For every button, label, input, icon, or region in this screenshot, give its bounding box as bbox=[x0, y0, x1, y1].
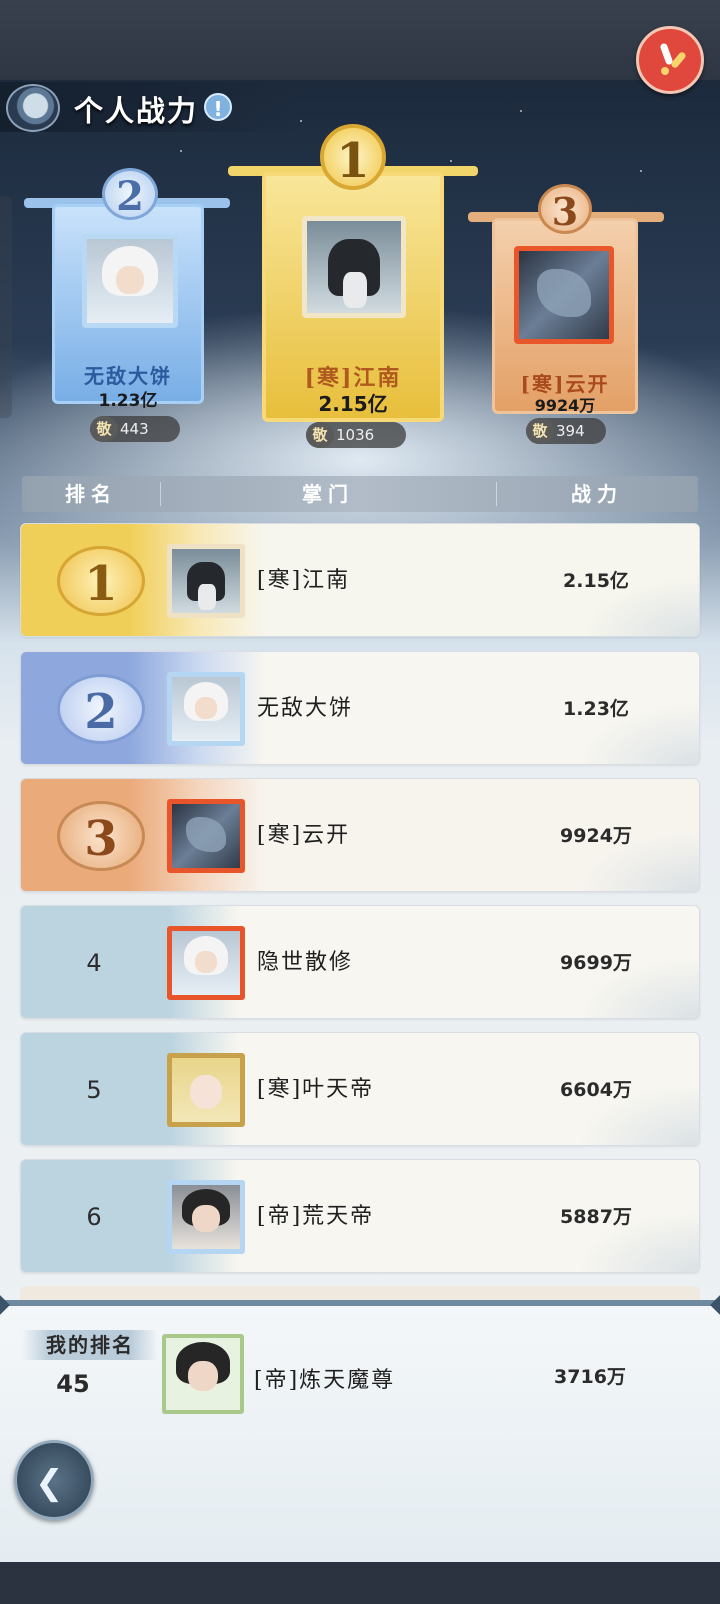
rank-number: 5 bbox=[86, 1076, 102, 1104]
player-name: 隐世散修 bbox=[257, 950, 354, 975]
avatar bbox=[167, 672, 245, 746]
my-rank-label: 我的排名 bbox=[22, 1330, 158, 1360]
avatar bbox=[302, 216, 406, 318]
like-count: 1036 bbox=[336, 426, 375, 444]
table-row[interactable]: 2 无敌大饼 1.23亿 bbox=[20, 651, 700, 765]
table-row[interactable]: 3 [寒]云开 9924万 bbox=[20, 778, 700, 892]
side-handle bbox=[0, 196, 12, 418]
player-power: 2.15亿 bbox=[563, 570, 629, 592]
rank-medal-1: 1 bbox=[57, 546, 145, 616]
player-name: [寒]云开 bbox=[257, 823, 351, 848]
avatar bbox=[167, 544, 245, 618]
podium-likes[interactable]: 敬 394 bbox=[526, 418, 606, 444]
player-power: 9699万 bbox=[560, 952, 632, 974]
player-power: 5887万 bbox=[560, 1206, 632, 1228]
podium-likes[interactable]: 敬 1036 bbox=[306, 422, 406, 448]
my-player-name: [帝]炼天魔尊 bbox=[254, 1368, 396, 1393]
player-power: 1.23亿 bbox=[563, 698, 629, 720]
rank-medal-3: 3 bbox=[57, 801, 145, 871]
player-power: 9924万 bbox=[560, 825, 632, 847]
my-player-power: 3716万 bbox=[554, 1366, 626, 1388]
rank-medal-1: 1 bbox=[320, 124, 386, 190]
podium-power: 2.15亿 bbox=[318, 392, 388, 416]
podium-power: 9924万 bbox=[534, 396, 596, 415]
avatar[interactable] bbox=[162, 1334, 244, 1414]
table-row[interactable]: 1 [寒]江南 2.15亿 bbox=[20, 523, 700, 637]
avatar bbox=[167, 799, 245, 873]
back-arrow-icon: ❮ bbox=[35, 1463, 64, 1503]
salute-icon: 敬 bbox=[306, 422, 334, 448]
podium-likes[interactable]: 敬 443 bbox=[90, 416, 180, 442]
avatar bbox=[514, 246, 614, 344]
salute-icon: 敬 bbox=[90, 416, 118, 442]
table-row[interactable]: 6 [帝]荒天帝 5887万 bbox=[20, 1159, 700, 1273]
bottom-nav-bar bbox=[0, 1562, 720, 1604]
podium-rank-3[interactable]: 3 [寒]云开 9924万 敬 394 bbox=[468, 182, 664, 454]
avatar bbox=[167, 1180, 245, 1254]
avatar bbox=[167, 1053, 245, 1127]
close-button[interactable] bbox=[636, 26, 704, 94]
table-row[interactable]: 5 [寒]叶天帝 6604万 bbox=[20, 1032, 700, 1146]
player-name: [帝]荒天帝 bbox=[257, 1204, 375, 1229]
header-leader: 掌门 bbox=[302, 482, 354, 506]
info-icon[interactable]: ! bbox=[204, 93, 232, 121]
back-button[interactable]: ❮ bbox=[14, 1440, 94, 1520]
moon-emblem-icon bbox=[6, 84, 60, 132]
my-rank-number: 45 bbox=[56, 1370, 90, 1398]
avatar bbox=[82, 234, 178, 328]
podium-power: 1.23亿 bbox=[98, 391, 158, 411]
like-count: 394 bbox=[556, 422, 585, 440]
rank-medal-2: 2 bbox=[57, 674, 145, 744]
rank-number: 6 bbox=[86, 1203, 102, 1231]
player-power: 6604万 bbox=[560, 1079, 632, 1101]
top-status-bar bbox=[0, 0, 720, 80]
table-header: 排名 掌门 战力 bbox=[22, 476, 698, 512]
header-power: 战力 bbox=[571, 482, 623, 506]
podium-rank-1[interactable]: 1 [寒]江南 2.15亿 敬 1036 bbox=[228, 120, 478, 456]
avatar bbox=[167, 926, 245, 1000]
podium-name: 无敌大饼 bbox=[84, 364, 172, 388]
header-rank: 排名 bbox=[65, 482, 117, 506]
podium-rank-2[interactable]: 2 无敌大饼 1.23亿 敬 443 bbox=[24, 164, 230, 454]
salute-icon: 敬 bbox=[526, 418, 554, 444]
rank-medal-3: 3 bbox=[538, 184, 592, 234]
table-row[interactable]: 4 隐世散修 9699万 bbox=[20, 905, 700, 1019]
player-name: 无敌大饼 bbox=[257, 696, 354, 721]
page-title: 个人战力 bbox=[74, 94, 199, 128]
player-name: [寒]叶天帝 bbox=[257, 1077, 375, 1102]
player-name: [寒]江南 bbox=[257, 568, 351, 593]
rank-number: 4 bbox=[86, 949, 102, 977]
rank-medal-2: 2 bbox=[102, 168, 158, 220]
like-count: 443 bbox=[120, 420, 149, 438]
